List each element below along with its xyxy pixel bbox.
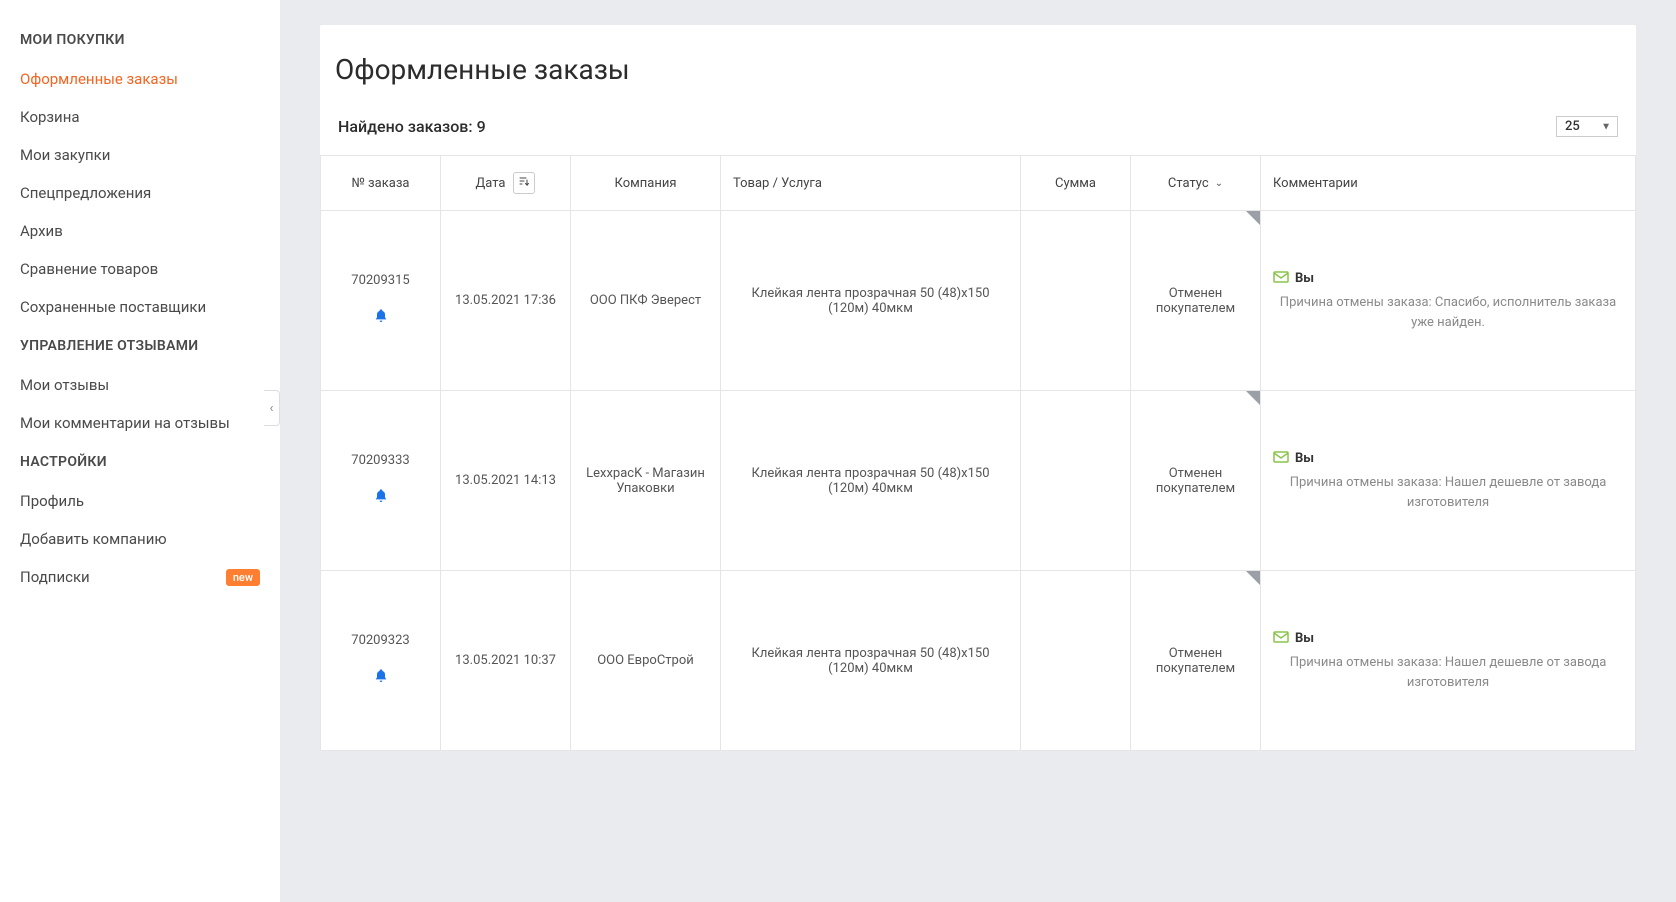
sidebar-item-cart[interactable]: Корзина: [0, 98, 280, 136]
th-status[interactable]: Статус ⌄: [1131, 156, 1261, 211]
sort-desc-icon: [519, 177, 529, 190]
sidebar-item-my-purchases[interactable]: Мои закупки: [0, 136, 280, 174]
corner-marker-icon: [1246, 211, 1260, 225]
sidebar-section-settings: НАСТРОЙКИ: [0, 442, 280, 482]
sidebar-section-purchases: МОИ ПОКУПКИ: [0, 20, 280, 60]
found-orders-label: Найдено заказов: 9: [338, 117, 486, 136]
cell-comment: Вы Причина отмены заказа: Нашел дешевле …: [1261, 571, 1636, 751]
cell-order-id: 70209323: [321, 571, 441, 751]
comment-text: Причина отмены заказа: Нашел дешевле от …: [1273, 473, 1623, 512]
sidebar-item-special-offers[interactable]: Спецпредложения: [0, 174, 280, 212]
comment-author: Вы: [1295, 451, 1314, 466]
cell-date: 13.05.2021 17:36: [441, 211, 571, 391]
sidebar-item-subscriptions[interactable]: Подписки new: [0, 558, 280, 596]
cell-product: Клейкая лента прозрачная 50 (48)х150 (12…: [721, 211, 1021, 391]
comment-author: Вы: [1295, 271, 1314, 286]
sidebar-item-comparison[interactable]: Сравнение товаров: [0, 250, 280, 288]
envelope-icon: [1273, 629, 1289, 647]
th-company[interactable]: Компания: [571, 156, 721, 211]
cell-comment: Вы Причина отмены заказа: Нашел дешевле …: [1261, 391, 1636, 571]
sidebar-item-archive[interactable]: Архив: [0, 212, 280, 250]
cell-company: ООО ПКФ Эверест: [571, 211, 721, 391]
th-sum[interactable]: Сумма: [1021, 156, 1131, 211]
cell-order-id: 70209315: [321, 211, 441, 391]
sidebar-item-my-review-comments[interactable]: Мои комментарии на отзывы: [0, 404, 280, 442]
sidebar-item-profile[interactable]: Профиль: [0, 482, 280, 520]
new-badge: new: [226, 569, 260, 586]
sidebar: МОИ ПОКУПКИ Оформленные заказы Корзина М…: [0, 0, 280, 902]
th-comments: Комментарии: [1261, 156, 1636, 211]
orders-table: № заказа Дата Компания: [320, 155, 1636, 751]
cell-sum: [1021, 391, 1131, 571]
sidebar-section-reviews: УПРАВЛЕНИЕ ОТЗЫВАМИ: [0, 326, 280, 366]
table-row: 70209333 13.05.2021 14:13 LexxpacK - Маг…: [321, 391, 1636, 571]
comment-text: Причина отмены заказа: Нашел дешевле от …: [1273, 653, 1623, 692]
th-order-number[interactable]: № заказа: [321, 156, 441, 211]
cell-status: Отменен покупателем: [1131, 571, 1261, 751]
comment-text: Причина отмены заказа: Спасибо, исполнит…: [1273, 293, 1623, 332]
main-content: Оформленные заказы Найдено заказов: 9 25…: [280, 0, 1676, 902]
page-size-select[interactable]: 25 ▼: [1556, 116, 1618, 137]
page-title: Оформленные заказы: [320, 53, 1636, 116]
cell-status: Отменен покупателем: [1131, 391, 1261, 571]
envelope-icon: [1273, 449, 1289, 467]
table-row: 70209315 13.05.2021 17:36 ООО ПКФ Эверес…: [321, 211, 1636, 391]
envelope-icon: [1273, 269, 1289, 287]
th-date[interactable]: Дата: [441, 156, 571, 211]
bell-icon[interactable]: [373, 488, 389, 509]
corner-marker-icon: [1246, 391, 1260, 405]
chevron-down-icon: ▼: [1601, 121, 1611, 132]
sidebar-item-my-reviews[interactable]: Мои отзывы: [0, 366, 280, 404]
cell-product: Клейкая лента прозрачная 50 (48)х150 (12…: [721, 571, 1021, 751]
cell-product: Клейкая лента прозрачная 50 (48)х150 (12…: [721, 391, 1021, 571]
sidebar-item-orders[interactable]: Оформленные заказы: [0, 60, 280, 98]
table-row: 70209323 13.05.2021 10:37 ООО ЕвроСтрой …: [321, 571, 1636, 751]
chevron-left-icon: ‹: [270, 401, 274, 416]
cell-date: 13.05.2021 10:37: [441, 571, 571, 751]
cell-date: 13.05.2021 14:13: [441, 391, 571, 571]
cell-status: Отменен покупателем: [1131, 211, 1261, 391]
comment-author: Вы: [1295, 631, 1314, 646]
sidebar-item-saved-suppliers[interactable]: Сохраненные поставщики: [0, 288, 280, 326]
sort-button[interactable]: [513, 172, 535, 194]
cell-sum: [1021, 211, 1131, 391]
bell-icon[interactable]: [373, 308, 389, 329]
cell-company: LexxpacK - Магазин Упаковки: [571, 391, 721, 571]
cell-sum: [1021, 571, 1131, 751]
bell-icon[interactable]: [373, 668, 389, 689]
sidebar-collapse-button[interactable]: ‹: [264, 390, 280, 426]
cell-company: ООО ЕвроСтрой: [571, 571, 721, 751]
corner-marker-icon: [1246, 571, 1260, 585]
sidebar-item-add-company[interactable]: Добавить компанию: [0, 520, 280, 558]
cell-comment: Вы Причина отмены заказа: Спасибо, испол…: [1261, 211, 1636, 391]
chevron-down-icon: ⌄: [1215, 178, 1223, 189]
cell-order-id: 70209333: [321, 391, 441, 571]
th-product[interactable]: Товар / Услуга: [721, 156, 1021, 211]
